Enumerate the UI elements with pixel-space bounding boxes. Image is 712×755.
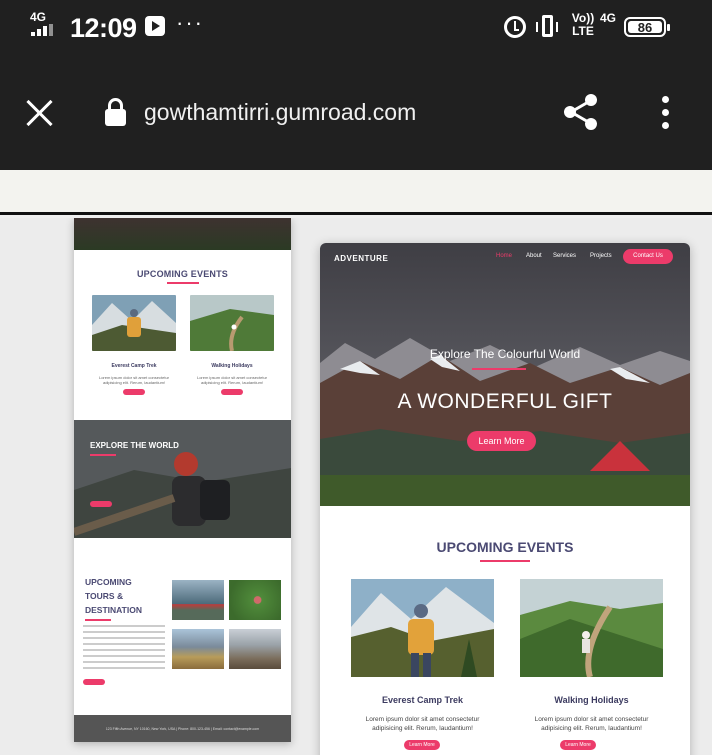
- nav-projects: Projects: [590, 253, 612, 259]
- tours-title: UPCOMING TOURS & DESTINATION: [85, 575, 142, 617]
- walking-photo: [520, 579, 663, 677]
- event-text: adipisicing elit. Rerum, laudantium!: [372, 725, 473, 732]
- signal-icon: [31, 24, 53, 36]
- event-text: Lorem ipsum dolor sit amet consectetur: [365, 716, 480, 723]
- tours-title-line: DESTINATION: [85, 605, 142, 615]
- share-icon[interactable]: [560, 92, 600, 132]
- clock: 12:09: [70, 13, 137, 43]
- hero-learn-more-button: Learn More: [467, 431, 536, 451]
- tour-photo: [172, 629, 224, 669]
- tour-photo: [229, 629, 281, 669]
- nav-services: Services: [553, 253, 577, 259]
- tours-button: [83, 679, 105, 685]
- youtube-icon: [145, 16, 165, 36]
- traveler-photo: [74, 420, 291, 538]
- event-title: Walking Holidays: [554, 695, 629, 705]
- nav-home: Home: [496, 253, 513, 259]
- data-type-indicator: 4G: [600, 11, 617, 25]
- walking-photo: [190, 295, 274, 351]
- title-underline: [90, 454, 116, 456]
- explore-section: EXPLORE THE WORLD: [74, 420, 291, 538]
- event-title: Walking Holidays: [211, 363, 253, 369]
- battery-icon: 86: [624, 17, 670, 37]
- tagline-underline: [472, 368, 526, 370]
- explore-title: EXPLORE THE WORLD: [90, 441, 179, 450]
- tours-text-lines: [83, 625, 165, 673]
- web-content[interactable]: UPCOMING EVENTS Everest Camp Trek Lorem …: [0, 218, 712, 755]
- lock-icon[interactable]: [105, 98, 126, 126]
- explore-button: [90, 501, 112, 507]
- events-title: UPCOMING EVENTS: [436, 539, 574, 555]
- trek-photo: [351, 579, 494, 677]
- event-button: [123, 389, 145, 395]
- title-underline: [480, 560, 530, 562]
- volte-indicator: Vo)) LTE: [571, 11, 595, 38]
- title-underline: [85, 619, 111, 621]
- mobile-hero-image: [74, 218, 291, 250]
- hero-tagline: Explore The Colourful World: [429, 347, 581, 361]
- status-bar: 4G 12:09 ··· Vo)) LTE 4G 86: [0, 0, 712, 56]
- tours-title-line: TOURS &: [85, 591, 124, 601]
- hero-section: ADVENTURE Home About Services Projects C…: [320, 243, 690, 506]
- url-text[interactable]: gowthamtirri.gumroad.com: [144, 99, 416, 126]
- browser-toolbar: gowthamtirri.gumroad.com: [0, 56, 712, 170]
- network-type: 4G: [30, 10, 47, 24]
- alarm-icon: [504, 16, 526, 38]
- event-text: adipisicing elit. Rerum, laudantium!: [541, 725, 642, 732]
- close-icon[interactable]: [26, 98, 54, 126]
- mobile-events-title: UPCOMING EVENTS: [136, 269, 228, 279]
- desktop-preview-image[interactable]: ADVENTURE Home About Services Projects C…: [320, 243, 690, 755]
- tour-photo: [172, 580, 224, 620]
- page-top-strip: [0, 170, 712, 215]
- vibrate-icon: [536, 15, 553, 37]
- mobile-preview-image[interactable]: UPCOMING EVENTS Everest Camp Trek Lorem …: [74, 218, 291, 742]
- title-underline: [167, 282, 199, 284]
- event-button: [221, 389, 243, 395]
- tour-photo: [229, 580, 281, 620]
- tours-title-line: UPCOMING: [85, 577, 132, 587]
- event-title: Everest Camp Trek: [381, 695, 464, 705]
- battery-level: 86: [628, 21, 662, 34]
- event-learn-more-button: Learn More: [404, 740, 440, 750]
- event-text: Lorem ipsum dolor sit amet consectetur a…: [196, 375, 268, 385]
- site-brand: ADVENTURE: [334, 254, 389, 263]
- event-text: Lorem ipsum dolor sit amet consectetur: [534, 716, 649, 723]
- event-title: Everest Camp Trek: [111, 363, 157, 369]
- mountain-hero-photo: [320, 243, 690, 506]
- trek-photo: [92, 295, 176, 351]
- overflow-menu-icon[interactable]: [662, 96, 670, 132]
- contact-button: Contact Us: [623, 249, 673, 264]
- hero-headline: A WONDERFUL GIFT: [397, 390, 613, 413]
- nav-about: About: [526, 253, 542, 259]
- event-learn-more-button: Learn More: [560, 740, 596, 750]
- more-notifications-icon: ···: [176, 10, 204, 35]
- event-text: Lorem ipsum dolor sit amet consectetur a…: [98, 375, 170, 385]
- mobile-footer: 123 Fifth Avenue, NY 10160, New York, US…: [74, 715, 291, 742]
